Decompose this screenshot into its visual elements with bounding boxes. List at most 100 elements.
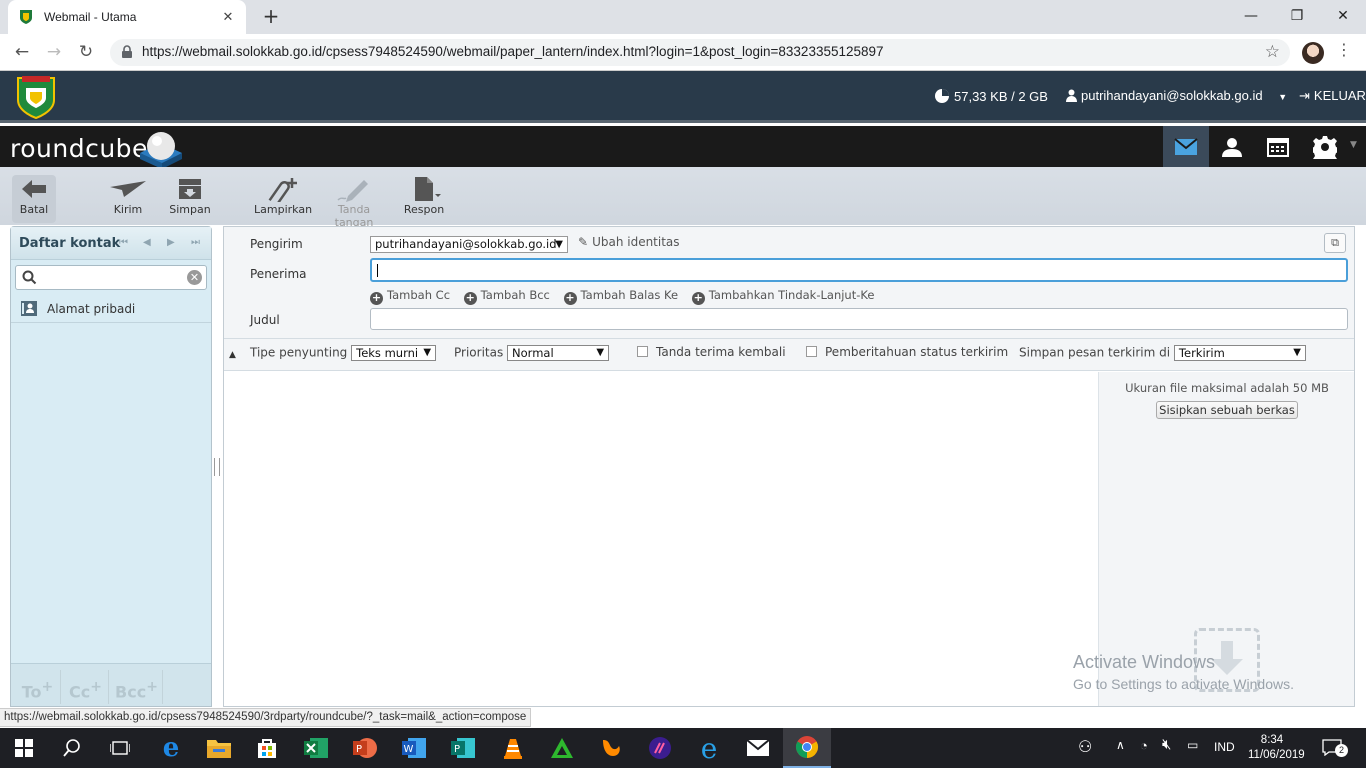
message-body-editor[interactable] xyxy=(224,372,1098,706)
back-icon[interactable]: ← xyxy=(10,41,34,65)
new-tab-icon[interactable]: + xyxy=(260,6,282,28)
add-bcc-link[interactable]: + Tambah Bcc xyxy=(463,288,550,305)
svg-text:W: W xyxy=(404,744,414,755)
mail-app-icon[interactable] xyxy=(734,728,782,768)
word-icon[interactable]: W xyxy=(390,728,438,768)
url-field[interactable]: https://webmail.solokkab.go.id/cpsess794… xyxy=(110,39,1290,66)
sender-select[interactable]: putrihandayani@solokkab.go.id ▼ xyxy=(370,236,568,253)
send-button[interactable]: Kirim xyxy=(106,175,150,223)
file-explorer-icon[interactable] xyxy=(195,728,243,768)
site-favicon-icon xyxy=(20,10,32,24)
insert-cc-button[interactable]: Cc+ xyxy=(63,670,109,704)
close-tab-icon[interactable]: ✕ xyxy=(220,10,236,25)
show-hidden-icons-icon[interactable]: ∧ xyxy=(1116,738,1125,752)
network-icon[interactable]: ◔ xyxy=(1140,738,1148,753)
save-sent-select[interactable]: Terkirim ▼ xyxy=(1173,345,1306,361)
popout-icon[interactable]: ⧉ xyxy=(1324,233,1346,253)
return-receipt-option[interactable]: Tanda terima kembali xyxy=(637,345,786,359)
signature-button[interactable]: Tanda tangan xyxy=(318,175,390,229)
close-window-icon[interactable]: ✕ xyxy=(1320,0,1366,32)
chrome-icon[interactable] xyxy=(783,728,831,768)
windows-start-icon[interactable] xyxy=(0,728,48,768)
address-book-item[interactable]: Alamat pribadi xyxy=(11,295,211,323)
address-book-label: Alamat pribadi xyxy=(47,301,136,316)
purple-app-icon[interactable] xyxy=(636,728,684,768)
plus-circle-icon: + xyxy=(563,291,577,305)
add-reply-to-label: Tambah Balas Ke xyxy=(580,288,679,302)
bcc-label: Bcc xyxy=(115,682,147,702)
first-page-icon[interactable]: ⏮ xyxy=(119,237,128,248)
editor-type-select[interactable]: Teks murni ▼ xyxy=(351,345,437,361)
battery-icon[interactable]: ▭ xyxy=(1187,738,1198,752)
profile-avatar[interactable] xyxy=(1302,42,1324,64)
language-indicator[interactable]: IND xyxy=(1214,740,1235,754)
plus-circle-icon: + xyxy=(691,291,705,305)
change-identity-link[interactable]: ✎ Ubah identitas xyxy=(578,235,680,249)
recipient-input[interactable] xyxy=(370,258,1348,282)
disk-quota[interactable]: 57,33 KB / 2 GB xyxy=(934,88,1048,104)
save-button[interactable]: Simpan xyxy=(168,175,212,223)
system-clock[interactable]: 8:34 11/06/2019 xyxy=(1248,733,1305,763)
dsn-checkbox[interactable] xyxy=(806,346,817,357)
dsn-option[interactable]: Pemberitahuan status terkirim xyxy=(806,345,1008,359)
publisher-icon[interactable]: P xyxy=(439,728,487,768)
respond-button[interactable]: Respon xyxy=(402,175,446,223)
uc-browser-icon[interactable] xyxy=(587,728,635,768)
excel-icon[interactable] xyxy=(292,728,340,768)
bookmark-star-icon[interactable]: ☆ xyxy=(1265,42,1280,62)
store-icon[interactable] xyxy=(243,728,291,768)
reload-icon[interactable]: ↻ xyxy=(74,41,98,65)
add-cc-label: Tambah Cc xyxy=(387,288,451,302)
add-followup-link[interactable]: + Tambahkan Tindak-Lanjut-Ke xyxy=(691,288,874,305)
browser-menu-icon[interactable]: ⋮ xyxy=(1336,40,1352,59)
notification-center-icon[interactable]: 2 xyxy=(1322,739,1348,757)
next-page-icon[interactable]: ▶ xyxy=(167,237,175,248)
minimize-icon[interactable]: — xyxy=(1228,0,1274,32)
volume-muted-icon[interactable]: 🔇︎ xyxy=(1162,736,1171,753)
restore-icon[interactable]: ❐ xyxy=(1274,0,1320,32)
calendar-task-icon[interactable] xyxy=(1255,126,1301,167)
browser-tab[interactable]: Webmail - Utama ✕ xyxy=(8,0,246,34)
settings-gear-icon[interactable] xyxy=(1302,126,1348,167)
internet-explorer-icon[interactable]: e xyxy=(685,728,733,768)
compose-toolbar: Batal Kirim Simpan Lampirkan Tanda tanga… xyxy=(0,167,1366,229)
edge-browser-icon[interactable]: e xyxy=(147,728,195,768)
plus-circle-icon: + xyxy=(463,291,477,305)
powerpoint-icon[interactable]: P xyxy=(341,728,389,768)
user-menu[interactable]: putrihandayani@solokkab.go.id ▼ xyxy=(1066,88,1287,103)
windows-activation-watermark: Activate Windows Go to Settings to activ… xyxy=(1073,652,1294,692)
insert-bcc-button[interactable]: Bcc+ xyxy=(111,670,163,704)
cancel-button[interactable]: Batal xyxy=(12,175,56,223)
subject-input[interactable] xyxy=(370,308,1348,330)
collapse-options-icon[interactable]: ▲ xyxy=(229,350,236,360)
priority-select[interactable]: Normal ▼ xyxy=(507,345,610,361)
add-reply-to-link[interactable]: + Tambah Balas Ke xyxy=(563,288,679,305)
settings-dropdown-icon[interactable]: ▼ xyxy=(1350,140,1357,150)
insert-to-button[interactable]: To+ xyxy=(15,670,61,704)
solok-regency-logo[interactable] xyxy=(16,74,56,120)
contacts-task-icon[interactable] xyxy=(1209,126,1255,167)
green-app-icon[interactable] xyxy=(538,728,586,768)
editor-type-option: Tipe penyunting Teks murni ▼ xyxy=(250,345,437,361)
add-cc-link[interactable]: + Tambah Cc xyxy=(370,288,451,305)
people-icon[interactable]: ⚇ xyxy=(1078,737,1092,757)
return-receipt-checkbox[interactable] xyxy=(637,346,648,357)
search-icon[interactable] xyxy=(48,728,96,768)
prev-page-icon[interactable]: ◀ xyxy=(143,237,151,248)
last-page-icon[interactable]: ⏭ xyxy=(191,237,200,248)
contacts-search-input[interactable]: ✕ xyxy=(15,265,207,290)
save-label: Simpan xyxy=(169,203,211,216)
roundcube-logo-text[interactable]: roundcube xyxy=(10,134,148,163)
sender-label: Pengirim xyxy=(250,237,303,251)
panel-splitter[interactable] xyxy=(214,458,220,476)
compose-form: Pengirim putrihandayani@solokkab.go.id ▼… xyxy=(223,226,1355,707)
logout-button[interactable]: ⇥ KELUAR xyxy=(1299,88,1366,104)
task-view-icon[interactable] xyxy=(96,728,144,768)
change-identity-label: Ubah identitas xyxy=(592,235,680,249)
forward-icon[interactable]: → xyxy=(42,41,66,65)
clear-search-icon[interactable]: ✕ xyxy=(187,270,202,285)
vlc-icon[interactable] xyxy=(489,728,537,768)
attach-file-button[interactable]: Sisipkan sebuah berkas xyxy=(1156,401,1298,419)
attach-button[interactable]: Lampirkan xyxy=(254,175,312,223)
mail-task-icon[interactable] xyxy=(1163,126,1209,167)
